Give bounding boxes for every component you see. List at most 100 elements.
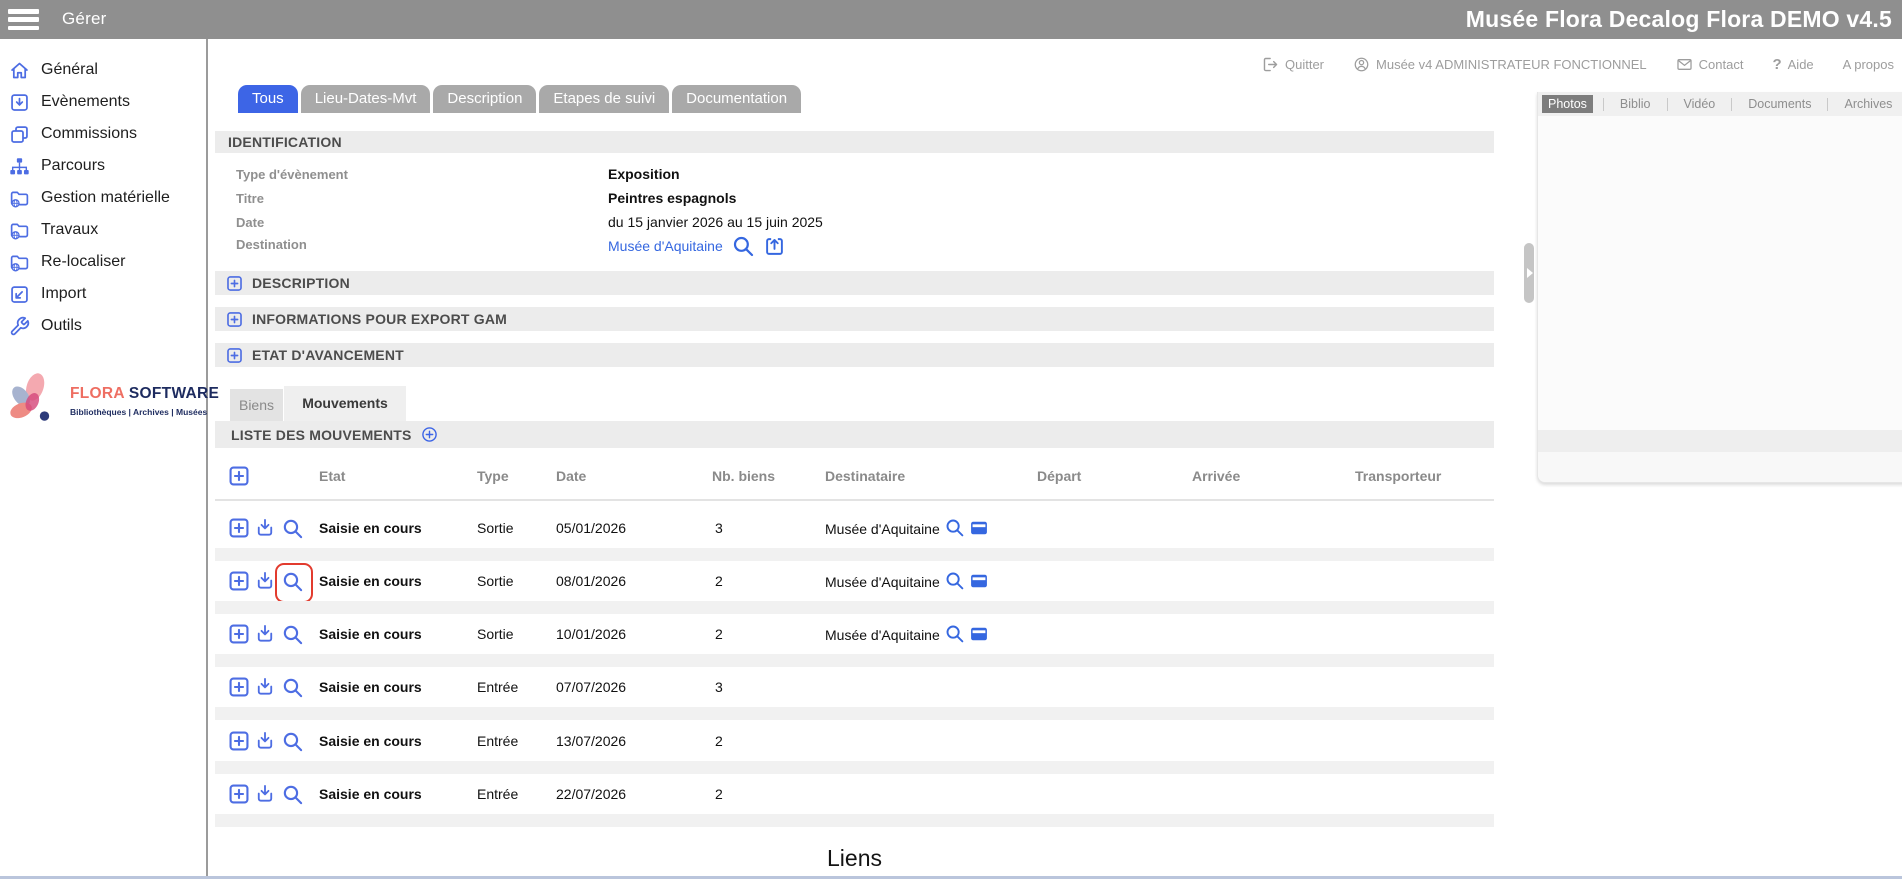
tab-lieu-dates-mvt[interactable]: Lieu-Dates-Mvt	[301, 85, 431, 113]
record-card-icon[interactable]	[969, 571, 989, 591]
search-icon[interactable]	[944, 517, 965, 538]
media-tab-archives[interactable]: Archives	[1838, 95, 1898, 113]
column-header: Type	[477, 468, 509, 484]
bottom-divider	[0, 876, 1902, 879]
add-icon[interactable]	[228, 623, 250, 645]
section-title: DESCRIPTION	[252, 275, 350, 291]
subtab-biens[interactable]: Biens	[230, 389, 283, 421]
destinataire-cell: Musée d'Aquitaine	[825, 570, 989, 591]
record-card-icon[interactable]	[969, 624, 989, 644]
event-box-icon	[9, 92, 30, 113]
import-tray-icon[interactable]	[254, 517, 276, 539]
contact-link[interactable]: Contact	[1676, 56, 1744, 73]
flora-butterfly-icon	[7, 371, 67, 431]
destinataire-value: Musée d'Aquitaine	[825, 624, 940, 643]
date-cell: 13/07/2026	[556, 733, 626, 749]
destinataire-cell: Musée d'Aquitaine	[825, 517, 989, 538]
add-icon[interactable]	[228, 730, 250, 752]
aide-label: Aide	[1788, 57, 1814, 72]
search-icon[interactable]	[281, 676, 304, 699]
field-label: Destination	[236, 237, 307, 252]
panel-collapse-handle[interactable]	[1524, 243, 1534, 303]
section-title: ETAT D'AVANCEMENT	[252, 347, 404, 363]
expand-icon[interactable]	[226, 311, 243, 328]
record-card-icon[interactable]	[969, 518, 989, 538]
row-separator	[215, 814, 1494, 827]
search-icon[interactable]	[281, 517, 304, 540]
section-etat-avancement[interactable]: ETAT D'AVANCEMENT	[215, 343, 1494, 367]
sidebar-item-general[interactable]: Général	[0, 54, 206, 86]
sidebar-item-travaux[interactable]: Travaux	[0, 214, 206, 246]
search-icon[interactable]	[281, 623, 304, 646]
sidebar-item-evenements[interactable]: Evènements	[0, 86, 206, 118]
search-icon-highlighted[interactable]	[281, 570, 304, 593]
open-record-icon[interactable]	[763, 235, 786, 258]
expand-icon[interactable]	[226, 275, 243, 292]
add-icon[interactable]	[228, 517, 250, 539]
row-separator	[215, 548, 1494, 561]
media-tab-documents[interactable]: Documents	[1742, 95, 1817, 113]
tab-description[interactable]: Description	[433, 85, 536, 113]
sidebar-item-commissions[interactable]: Commissions	[0, 118, 206, 150]
tab-etapes-de-suivi[interactable]: Etapes de suivi	[539, 85, 669, 113]
import-tray-icon[interactable]	[254, 570, 276, 592]
folder-globe-icon	[9, 252, 30, 273]
etat-cell: Saisie en cours	[319, 573, 422, 589]
sidebar-item-label: Parcours	[41, 157, 105, 175]
date-cell: 05/01/2026	[556, 520, 626, 536]
quitter-link[interactable]: Quitter	[1262, 56, 1324, 73]
import-tray-icon[interactable]	[254, 783, 276, 805]
destinataire-cell: Musée d'Aquitaine	[825, 623, 989, 644]
aide-link[interactable]: ? Aide	[1772, 56, 1813, 73]
user-icon	[1353, 56, 1370, 73]
nb-biens-cell: 2	[715, 733, 723, 749]
app-window: Gérer Musée Flora Decalog Flora DEMO v4.…	[0, 0, 1902, 883]
sidebar-item-parcours[interactable]: Parcours	[0, 150, 206, 182]
field-value: Exposition	[608, 166, 680, 182]
search-icon[interactable]	[281, 783, 304, 806]
import-tray-icon[interactable]	[254, 676, 276, 698]
section-description[interactable]: DESCRIPTION	[215, 271, 1494, 295]
etat-cell: Saisie en cours	[319, 733, 422, 749]
expand-icon[interactable]	[226, 347, 243, 364]
sidebar-item-import[interactable]: Import	[0, 278, 206, 310]
add-movement-icon[interactable]	[421, 426, 438, 443]
search-icon[interactable]	[281, 730, 304, 753]
folder-globe-icon	[9, 220, 30, 241]
home-icon	[9, 60, 30, 81]
add-row-icon[interactable]	[228, 465, 250, 487]
media-tab-biblio[interactable]: Biblio	[1614, 95, 1657, 113]
add-icon[interactable]	[228, 676, 250, 698]
media-tab-video[interactable]: Vidéo	[1678, 95, 1722, 113]
record-tabs: Tous Lieu-Dates-Mvt Description Etapes d…	[238, 85, 801, 113]
tab-tous[interactable]: Tous	[238, 85, 298, 113]
column-header: Transporteur	[1355, 468, 1441, 484]
row-separator	[215, 601, 1494, 614]
add-icon[interactable]	[228, 783, 250, 805]
a-propos-link[interactable]: A propos	[1843, 57, 1894, 72]
section-title: INFORMATIONS POUR EXPORT GAM	[252, 311, 507, 327]
import-tray-icon[interactable]	[254, 730, 276, 752]
tab-documentation[interactable]: Documentation	[672, 85, 801, 113]
search-icon[interactable]	[731, 234, 755, 258]
hamburger-menu-icon[interactable]	[8, 9, 39, 30]
row-separator	[215, 761, 1494, 774]
add-icon[interactable]	[228, 570, 250, 592]
column-header: Destinataire	[825, 468, 905, 484]
search-icon[interactable]	[944, 623, 965, 644]
sidebar-item-outils[interactable]: Outils	[0, 310, 206, 342]
search-icon[interactable]	[944, 570, 965, 591]
top-header-bar: Gérer Musée Flora Decalog Flora DEMO v4.…	[0, 0, 1902, 39]
import-tray-icon[interactable]	[254, 623, 276, 645]
media-tab-photos[interactable]: Photos	[1542, 95, 1593, 113]
date-cell: 22/07/2026	[556, 786, 626, 802]
media-panel: Photos Biblio Vidéo Documents Archives	[1537, 92, 1902, 483]
section-export-gam[interactable]: INFORMATIONS POUR EXPORT GAM	[215, 307, 1494, 331]
subtab-mouvements[interactable]: Mouvements	[284, 386, 406, 421]
sidebar-item-gestion-materielle[interactable]: Gestion matérielle	[0, 182, 206, 214]
movement-row: Saisie en cours Sortie 08/01/2026 2 Musé…	[215, 570, 1494, 593]
sidebar-item-relocaliser[interactable]: Re-localiser	[0, 246, 206, 278]
destination-link[interactable]: Musée d'Aquitaine	[608, 238, 723, 254]
field-value: du 15 janvier 2026 au 15 juin 2025	[608, 214, 823, 230]
user-account-link[interactable]: Musée v4 ADMINISTRATEUR FONCTIONNEL	[1353, 56, 1647, 73]
